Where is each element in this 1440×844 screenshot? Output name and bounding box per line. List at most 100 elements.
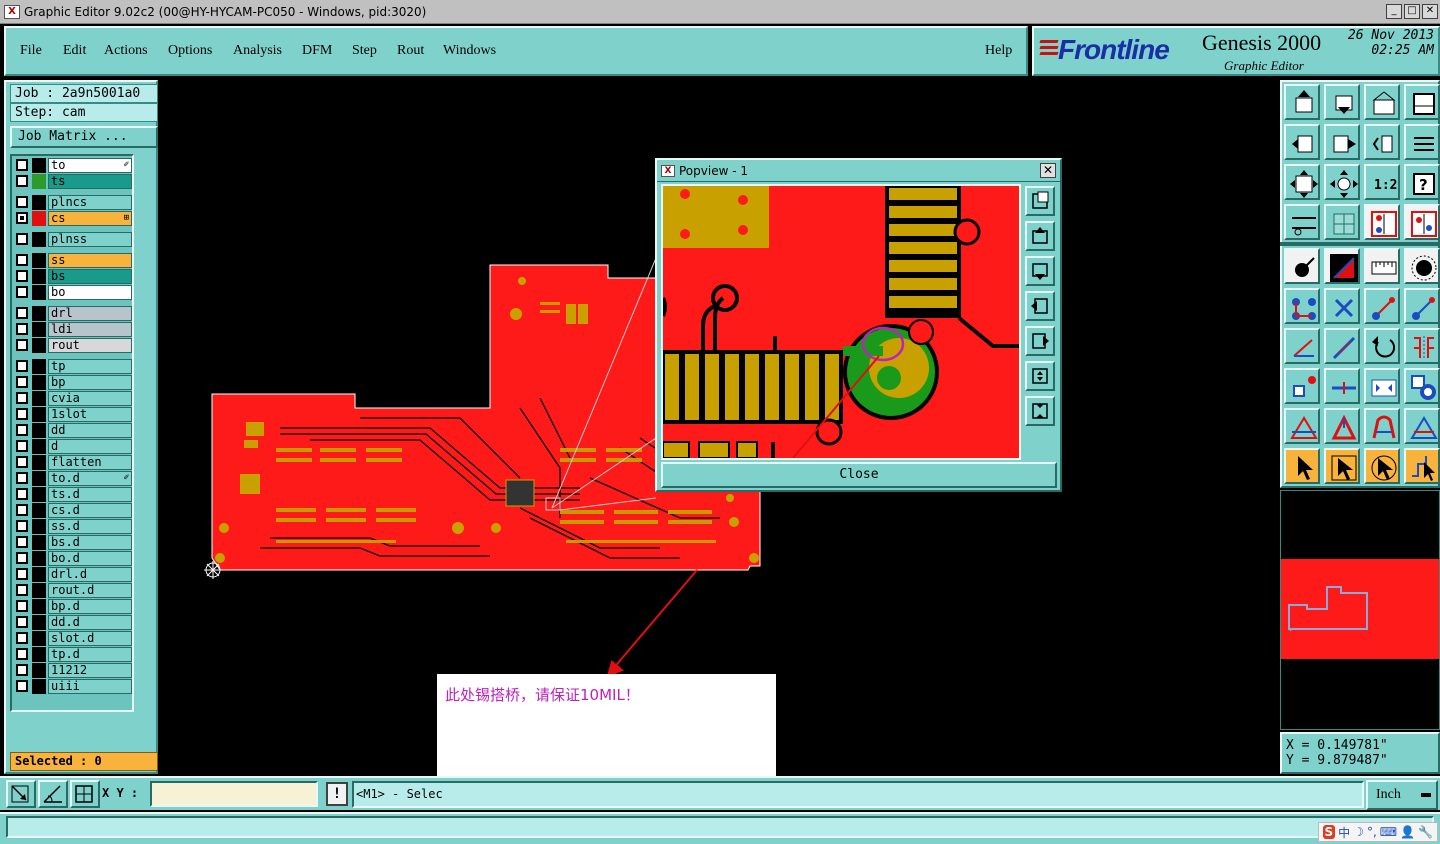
layer-checkbox[interactable] (16, 632, 28, 644)
layer-row[interactable]: plncs (14, 195, 132, 210)
layer-name[interactable]: uiii (48, 679, 132, 694)
popview-window[interactable]: X Popview - 1 ✕ Close (655, 158, 1062, 492)
layer-color-swatch[interactable] (32, 211, 46, 226)
tool-connect-button[interactable] (1284, 288, 1320, 324)
layer-checkbox[interactable] (16, 159, 28, 171)
layer-color-swatch[interactable] (32, 503, 46, 518)
layer-row[interactable]: dd.d (14, 615, 132, 630)
layer-name[interactable]: drl (48, 306, 132, 321)
layer-color-swatch[interactable] (32, 455, 46, 470)
layer-checkbox[interactable] (16, 520, 28, 532)
ime-settings-icon[interactable]: 🔧 (1418, 825, 1433, 839)
tool-resize-button[interactable] (1284, 368, 1320, 404)
layer-checkbox[interactable] (16, 648, 28, 660)
layer-checkbox[interactable] (16, 254, 28, 266)
tool-grid-button[interactable] (1324, 204, 1360, 240)
tool-stretch-button[interactable] (1364, 368, 1400, 404)
layer-name[interactable]: rout.d (48, 583, 132, 598)
layer-row[interactable]: flatten (14, 455, 132, 470)
unit-selector[interactable]: Inch (1366, 780, 1438, 810)
tool-measure-button[interactable] (1284, 204, 1320, 240)
layer-row[interactable]: bp (14, 375, 132, 390)
tool-polygon-button[interactable] (1364, 408, 1400, 444)
layer-row[interactable]: tp (14, 359, 132, 374)
popview-tool-pan-down[interactable] (1025, 256, 1055, 286)
layer-checkbox[interactable] (16, 408, 28, 420)
layer-row[interactable]: bs.d (14, 535, 132, 550)
layer-checkbox[interactable] (16, 552, 28, 564)
popview-tool-pan-up[interactable] (1025, 221, 1055, 251)
layer-checkbox[interactable] (16, 664, 28, 676)
layer-color-swatch[interactable] (32, 551, 46, 566)
tool-export-button[interactable] (1324, 124, 1360, 160)
layer-color-swatch[interactable] (32, 535, 46, 550)
layer-checkbox[interactable] (16, 360, 28, 372)
layer-row[interactable]: dd (14, 423, 132, 438)
job-matrix-button[interactable]: Job Matrix ... (10, 126, 158, 148)
layer-checkbox[interactable] (16, 488, 28, 500)
layer-color-swatch[interactable] (32, 375, 46, 390)
layer-name[interactable]: bo (48, 285, 132, 300)
maximize-button[interactable]: □ (1404, 4, 1420, 19)
layer-name[interactable]: to.d ✐ (48, 471, 132, 486)
menu-step[interactable]: Step (352, 43, 377, 59)
layer-color-swatch[interactable] (32, 519, 46, 534)
layer-row[interactable]: ss.d (14, 519, 132, 534)
layer-name[interactable]: ss (48, 253, 132, 268)
layer-checkbox[interactable] (16, 568, 28, 580)
layer-color-swatch[interactable] (32, 583, 46, 598)
tool-delete-button[interactable] (1324, 288, 1360, 324)
popview-tool-zoom-out[interactable] (1025, 396, 1055, 426)
layer-name[interactable]: dd.d (48, 615, 132, 630)
zoom-window-button[interactable] (6, 780, 36, 808)
tool-layer-display-button[interactable] (1364, 204, 1400, 240)
menu-edit[interactable]: Edit (63, 43, 86, 59)
layer-checkbox[interactable] (16, 456, 28, 468)
menu-dfm[interactable]: DFM (302, 43, 332, 59)
layer-color-swatch[interactable] (32, 253, 46, 268)
layer-color-swatch[interactable] (32, 338, 46, 353)
layer-row[interactable]: rout (14, 338, 132, 353)
tool-move-button[interactable] (1364, 288, 1400, 324)
layer-checkbox[interactable] (16, 307, 28, 319)
tool-layer-filter-button[interactable] (1404, 204, 1440, 240)
layer-color-swatch[interactable] (32, 232, 46, 247)
tool-triangle-button[interactable] (1284, 408, 1320, 444)
layer-color-swatch[interactable] (32, 174, 46, 189)
layer-color-swatch[interactable] (32, 615, 46, 630)
layer-row[interactable]: drl.d (14, 567, 132, 582)
layer-name[interactable]: bp (48, 375, 132, 390)
layer-name[interactable]: flatten (48, 455, 132, 470)
layer-checkbox[interactable] (16, 392, 28, 404)
command-exclaim-button[interactable]: ! (326, 782, 348, 806)
layer-checkbox[interactable] (16, 424, 28, 436)
layer-name[interactable]: rout (48, 338, 132, 353)
layer-color-swatch[interactable] (32, 471, 46, 486)
tool-zoom-fit-button[interactable] (1284, 164, 1320, 200)
layer-row[interactable]: bp.d (14, 599, 132, 614)
ime-moon-icon[interactable]: ☽ (1353, 825, 1364, 839)
tool-zoom-center-button[interactable] (1324, 164, 1360, 200)
tool-draw-line-button[interactable] (1324, 328, 1360, 364)
layer-color-swatch[interactable] (32, 567, 46, 582)
layer-checkbox[interactable] (16, 233, 28, 245)
layer-color-swatch[interactable] (32, 439, 46, 454)
layer-color-swatch[interactable] (32, 407, 46, 422)
ime-chinese-mode[interactable]: 中 (1338, 824, 1350, 841)
tool-rotate-button[interactable] (1364, 328, 1400, 364)
tool-select-net-button[interactable] (1404, 448, 1440, 484)
tool-redo-button[interactable] (1404, 124, 1440, 160)
popview-close-button[interactable]: Close (661, 462, 1057, 488)
tool-ruler-button[interactable] (1364, 248, 1400, 284)
layer-color-swatch[interactable] (32, 285, 46, 300)
minimize-button[interactable]: _ (1386, 4, 1402, 19)
menu-help[interactable]: Help (985, 43, 1012, 59)
layer-checkbox[interactable] (16, 440, 28, 452)
layer-checkbox[interactable] (16, 680, 28, 692)
layer-row[interactable]: to ✐ (14, 158, 132, 173)
ime-user-icon[interactable]: 👤 (1400, 825, 1415, 839)
tool-import-button[interactable] (1284, 124, 1320, 160)
layer-row[interactable]: d (14, 439, 132, 454)
layer-row[interactable]: tp.d (14, 647, 132, 662)
layer-checkbox[interactable] (16, 196, 28, 208)
